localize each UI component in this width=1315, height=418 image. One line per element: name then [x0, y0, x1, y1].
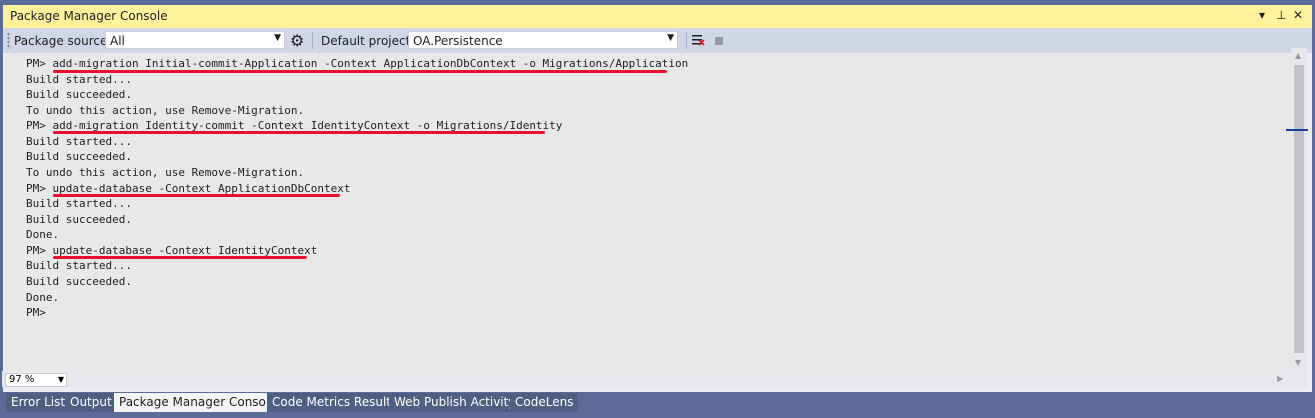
console-line: PM> add-migration Initial-commit-Applica… [26, 57, 689, 70]
zoom-value: 97 % [9, 374, 35, 385]
package-manager-console-window: Package Manager Console ▾ ⊥ ✕ Package so… [3, 5, 1312, 392]
scroll-up-icon[interactable]: ▲ [1295, 51, 1301, 60]
annotation-underline [53, 194, 340, 197]
chevron-down-icon: ▼ [667, 33, 674, 43]
title-bar: Package Manager Console ▾ ⊥ ✕ [3, 5, 1312, 28]
stop-command-icon[interactable] [715, 37, 723, 45]
package-source-label: Package source: [14, 34, 112, 48]
gear-icon[interactable]: ⚙ [290, 31, 304, 50]
chevron-down-icon: ▼ [274, 33, 281, 43]
bottom-bar: 97 % ▼ ▶ [2, 371, 1307, 387]
chevron-down-icon: ▼ [57, 375, 64, 384]
toolbar-divider [312, 32, 313, 49]
annotation-underline [53, 256, 307, 259]
tab-output[interactable]: Output [65, 393, 117, 412]
toolbar: Package source: All ▼ ⚙ Default project:… [3, 28, 1312, 53]
annotation-underline [53, 131, 545, 134]
zoom-select[interactable]: 97 % ▼ [5, 373, 67, 387]
toolbar-grip[interactable] [7, 32, 10, 49]
console-line: Build started... [26, 259, 132, 272]
tool-window-tabs: Error List Output Package Manager Consol… [0, 392, 1315, 418]
close-icon[interactable]: ✕ [1293, 8, 1303, 22]
pin-icon[interactable]: ⊥ [1276, 8, 1286, 22]
console-output[interactable]: PM> add-migration Initial-commit-Applica… [5, 53, 1294, 376]
default-project-label: Default project: [321, 34, 415, 48]
console-line: Build started... [26, 135, 132, 148]
clear-console-icon[interactable] [691, 33, 705, 47]
tab-package-manager-console[interactable]: Package Manager Console [114, 393, 282, 412]
console-line: To undo this action, use Remove-Migratio… [26, 166, 305, 179]
console-line: Build started... [26, 197, 132, 210]
window-menu-icon[interactable]: ▾ [1259, 8, 1265, 22]
package-source-select[interactable]: All ▼ [105, 31, 285, 49]
scroll-right-icon[interactable]: ▶ [1277, 374, 1283, 383]
toolbar-divider [686, 32, 687, 49]
console-line: Done. [26, 291, 60, 304]
scroll-position-marker [1286, 129, 1308, 131]
console-line: Build succeeded. [26, 150, 132, 163]
default-project-select[interactable]: OA.Persistence ▼ [408, 31, 678, 49]
console-line: Build succeeded. [26, 213, 132, 226]
console-line: Build started... [26, 73, 132, 86]
window-title: Package Manager Console [10, 9, 168, 23]
console-line: Done. [26, 228, 60, 241]
vertical-scrollbar[interactable]: ▲ ▼ [1291, 48, 1307, 371]
scroll-down-icon[interactable]: ▼ [1295, 358, 1301, 367]
tab-codelens[interactable]: CodeLens [510, 393, 579, 412]
tab-code-metrics-results[interactable]: Code Metrics Results [267, 393, 403, 412]
console-line: Build succeeded. [26, 88, 132, 101]
tab-web-publish-activity[interactable]: Web Publish Activity [389, 393, 521, 412]
default-project-value: OA.Persistence [413, 34, 503, 48]
annotation-underline [53, 70, 667, 73]
console-line: To undo this action, use Remove-Migratio… [26, 104, 305, 117]
tab-error-list[interactable]: Error List [6, 393, 71, 412]
scroll-thumb[interactable] [1294, 65, 1304, 353]
console-line: Build succeeded. [26, 275, 132, 288]
package-source-value: All [110, 34, 125, 48]
console-line: PM> [26, 306, 46, 319]
